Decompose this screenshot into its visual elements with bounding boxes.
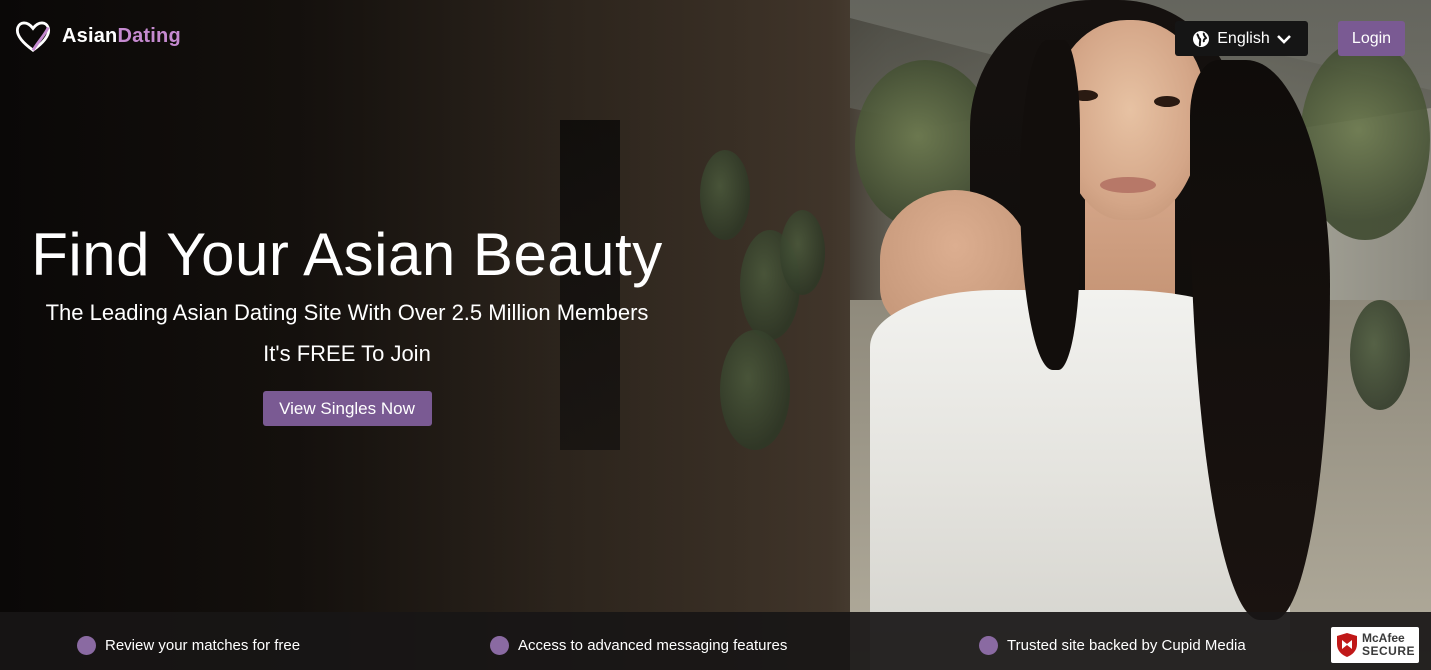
- feature-item-messaging: Access to advanced messaging features: [490, 636, 787, 655]
- hero-content: Find Your Asian Beauty The Leading Asian…: [27, 220, 667, 426]
- chevron-down-icon: [1276, 34, 1291, 44]
- hero-subline: The Leading Asian Dating Site With Over …: [45, 300, 649, 325]
- woman-portrait: [860, 0, 1360, 670]
- logo-text: AsianDating: [62, 25, 181, 48]
- feature-item-trusted: Trusted site backed by Cupid Media: [979, 636, 1246, 655]
- heart-logo-icon: [15, 21, 51, 52]
- hero-headline: Find Your Asian Beauty: [31, 221, 663, 288]
- features-bar: Review your matches for free Access to a…: [0, 612, 1431, 670]
- language-label: English: [1217, 29, 1270, 47]
- feature-item-review: Review your matches for free: [77, 636, 300, 655]
- feature-label: Trusted site backed by Cupid Media: [1007, 637, 1246, 654]
- login-button[interactable]: Login: [1338, 21, 1405, 56]
- feature-label: Review your matches for free: [105, 637, 301, 654]
- cactus: [720, 330, 790, 450]
- bullet-dot-icon: [77, 636, 96, 655]
- site-logo[interactable]: AsianDating: [14, 18, 181, 54]
- feature-label: Access to advanced messaging features: [518, 637, 788, 654]
- cactus: [700, 150, 750, 240]
- bullet-dot-icon: [979, 636, 998, 655]
- free-join-text: It's FREE To Join: [263, 341, 431, 366]
- shield-icon: [1337, 633, 1357, 657]
- mcafee-secure-badge[interactable]: McAfee SECURE: [1331, 627, 1419, 663]
- logo-text-part1: Asian: [62, 24, 118, 47]
- globe-icon: [1193, 30, 1210, 47]
- cactus: [780, 210, 825, 295]
- badge-line2: SECURE: [1362, 644, 1416, 658]
- language-selector[interactable]: English: [1175, 21, 1308, 56]
- bullet-dot-icon: [490, 636, 509, 655]
- logo-text-part2: Dating: [117, 24, 181, 47]
- view-singles-button[interactable]: View Singles Now: [262, 391, 432, 426]
